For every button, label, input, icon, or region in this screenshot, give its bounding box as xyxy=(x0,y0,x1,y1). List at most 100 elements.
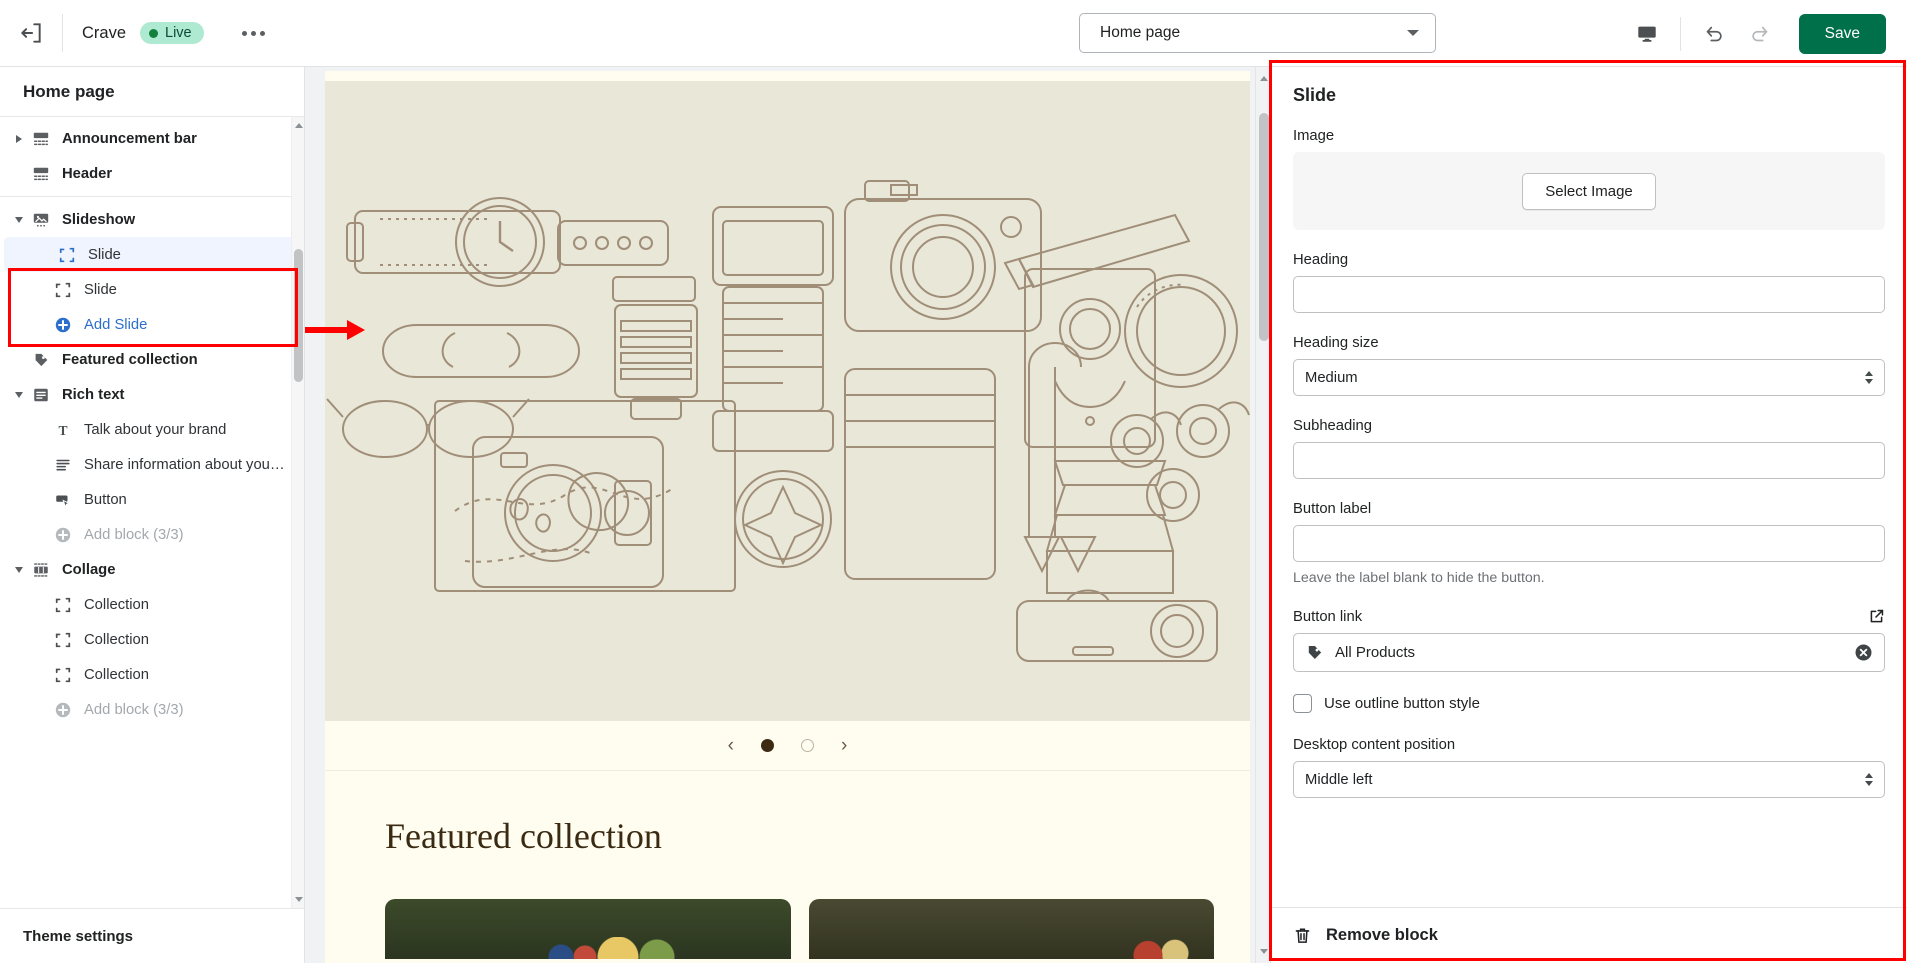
sidebar-item-label: Talk about your brand xyxy=(84,421,227,438)
sidebar-item-header[interactable]: Header xyxy=(0,156,304,191)
sidebar-item-label: Collection xyxy=(84,666,149,683)
scroll-down-arrow-icon[interactable] xyxy=(1260,949,1268,954)
stepper-arrows-icon xyxy=(1865,371,1873,384)
top-bar: Crave Live Home page Save xyxy=(0,0,1907,67)
preview-scrollbar[interactable] xyxy=(1255,67,1270,963)
select-image-button[interactable]: Select Image xyxy=(1522,172,1656,210)
stepper-arrows-icon xyxy=(1865,773,1873,786)
sidebar-title: Home page xyxy=(0,67,304,117)
heading-label: Heading xyxy=(1293,252,1349,268)
svg-text:T: T xyxy=(58,422,67,437)
clear-link-button[interactable] xyxy=(1854,643,1873,662)
theme-settings-button[interactable]: Theme settings xyxy=(0,908,304,963)
heading-size-select[interactable]: Medium xyxy=(1293,359,1885,396)
block-icon xyxy=(54,246,80,264)
sidebar-item-collage[interactable]: Collage xyxy=(0,552,304,587)
outline-button-style-checkbox[interactable] xyxy=(1293,694,1312,713)
plus-circle-icon xyxy=(50,316,76,334)
button-label-input[interactable] xyxy=(1293,525,1885,562)
subheading-input[interactable] xyxy=(1293,442,1885,479)
sidebar-item-talk-about-your-brand[interactable]: T Talk about your brand xyxy=(0,412,304,447)
open-link-button[interactable] xyxy=(1868,608,1885,625)
sidebar-item-add-block-rich-text[interactable]: Add block (3/3) xyxy=(0,517,304,552)
sidebar-item-slide-1[interactable]: Slide xyxy=(4,237,300,272)
sidebar-divider xyxy=(0,196,304,197)
slideshow-hero[interactable] xyxy=(325,71,1250,721)
sidebar-item-announcement-bar[interactable]: Announcement bar xyxy=(0,121,304,156)
sidebar-item-share-information[interactable]: Share information about your ... xyxy=(0,447,304,482)
sidebar-item-button[interactable]: Button xyxy=(0,482,304,517)
preview-scrollbar-thumb[interactable] xyxy=(1259,113,1269,341)
sidebar-item-label: Slide xyxy=(84,281,117,298)
button-label-help-text: Leave the label blank to hide the button… xyxy=(1293,570,1545,586)
page-selector-value: Home page xyxy=(1100,24,1181,41)
redo-button[interactable] xyxy=(1737,11,1783,57)
sidebar-item-label: Collage xyxy=(62,561,116,578)
preview-area: ‹ › Featured collection xyxy=(305,67,1270,963)
sidebar-item-slide-2[interactable]: Slide xyxy=(0,272,304,307)
slider-prev-button[interactable]: ‹ xyxy=(728,736,734,755)
sidebar-item-slideshow[interactable]: Slideshow xyxy=(0,202,304,237)
desktop-icon xyxy=(1637,26,1656,42)
more-options-button[interactable] xyxy=(236,23,271,44)
block-icon xyxy=(50,631,76,649)
outline-button-style-label: Use outline button style xyxy=(1324,695,1480,712)
slider-next-button[interactable]: › xyxy=(841,736,847,755)
sidebar-item-add-slide[interactable]: Add Slide xyxy=(0,307,304,342)
outline-button-style-row[interactable]: Use outline button style xyxy=(1293,694,1885,713)
scroll-up-arrow-icon[interactable] xyxy=(295,123,303,128)
status-dot-icon xyxy=(149,28,159,38)
chevron-down-icon[interactable] xyxy=(10,216,28,223)
scroll-down-arrow-icon[interactable] xyxy=(295,897,303,902)
more-horizontal-icon xyxy=(250,30,256,36)
chevron-down-icon[interactable] xyxy=(10,391,28,398)
collage-icon xyxy=(28,561,54,579)
slider-dot-2[interactable] xyxy=(801,739,814,752)
undo-button[interactable] xyxy=(1691,11,1737,57)
topbar-actions: Save xyxy=(1624,0,1907,67)
button-link-field[interactable]: All Products xyxy=(1293,633,1885,672)
featured-collection-title: Featured collection xyxy=(385,816,662,856)
storefront-preview: ‹ › Featured collection xyxy=(325,71,1250,963)
save-button[interactable]: Save xyxy=(1798,13,1886,54)
sidebar-item-add-block-collage[interactable]: Add block (3/3) xyxy=(0,692,304,727)
product-card[interactable] xyxy=(808,899,1214,959)
desktop-content-position-select[interactable]: Middle left xyxy=(1293,761,1885,798)
sidebar-item-rich-text[interactable]: Rich text xyxy=(0,377,304,412)
clear-circle-icon xyxy=(1855,644,1872,661)
sidebar-item-label: Button xyxy=(84,491,127,508)
block-icon xyxy=(50,666,76,684)
button-link-label: Button link xyxy=(1293,608,1363,625)
sidebar-item-collection-2[interactable]: Collection xyxy=(0,622,304,657)
block-icon xyxy=(50,596,76,614)
desktop-content-position-label: Desktop content position xyxy=(1293,737,1456,753)
heading-size-value: Medium xyxy=(1305,369,1358,386)
sidebar-scrollbar[interactable] xyxy=(291,117,304,908)
sidebar-item-label: Slide xyxy=(88,246,121,263)
sidebar-item-label: Header xyxy=(62,165,113,182)
sidebar-scrollbar-thumb[interactable] xyxy=(294,249,303,382)
more-horizontal-icon xyxy=(241,30,247,36)
block-icon xyxy=(50,281,76,299)
sidebar-item-featured-collection[interactable]: Featured collection xyxy=(0,342,304,377)
sidebar-item-collection-3[interactable]: Collection xyxy=(0,657,304,692)
sidebar-item-collection-1[interactable]: Collection xyxy=(0,587,304,622)
device-preview-button[interactable] xyxy=(1624,11,1670,57)
slideshow-controls: ‹ › xyxy=(325,721,1250,771)
product-card[interactable] xyxy=(385,899,791,959)
store-info: Crave Live xyxy=(63,22,271,44)
remove-block-button[interactable]: Remove block xyxy=(1271,907,1907,963)
page-selector[interactable]: Home page xyxy=(1079,13,1436,53)
subheading-label: Subheading xyxy=(1293,418,1372,434)
rich-text-icon xyxy=(28,386,54,404)
more-horizontal-icon xyxy=(259,30,265,36)
exit-editor-button[interactable] xyxy=(0,0,62,67)
sidebar-scroll-area: Announcement bar Header Slideshow Slide … xyxy=(0,117,304,908)
chevron-down-icon[interactable] xyxy=(10,566,28,573)
slider-dot-1[interactable] xyxy=(761,739,774,752)
heading-input[interactable] xyxy=(1293,276,1885,313)
trash-icon xyxy=(1295,928,1310,943)
scroll-up-arrow-icon[interactable] xyxy=(1260,76,1268,81)
sidebar-item-label: Slideshow xyxy=(62,211,136,228)
chevron-right-icon[interactable] xyxy=(10,134,28,143)
